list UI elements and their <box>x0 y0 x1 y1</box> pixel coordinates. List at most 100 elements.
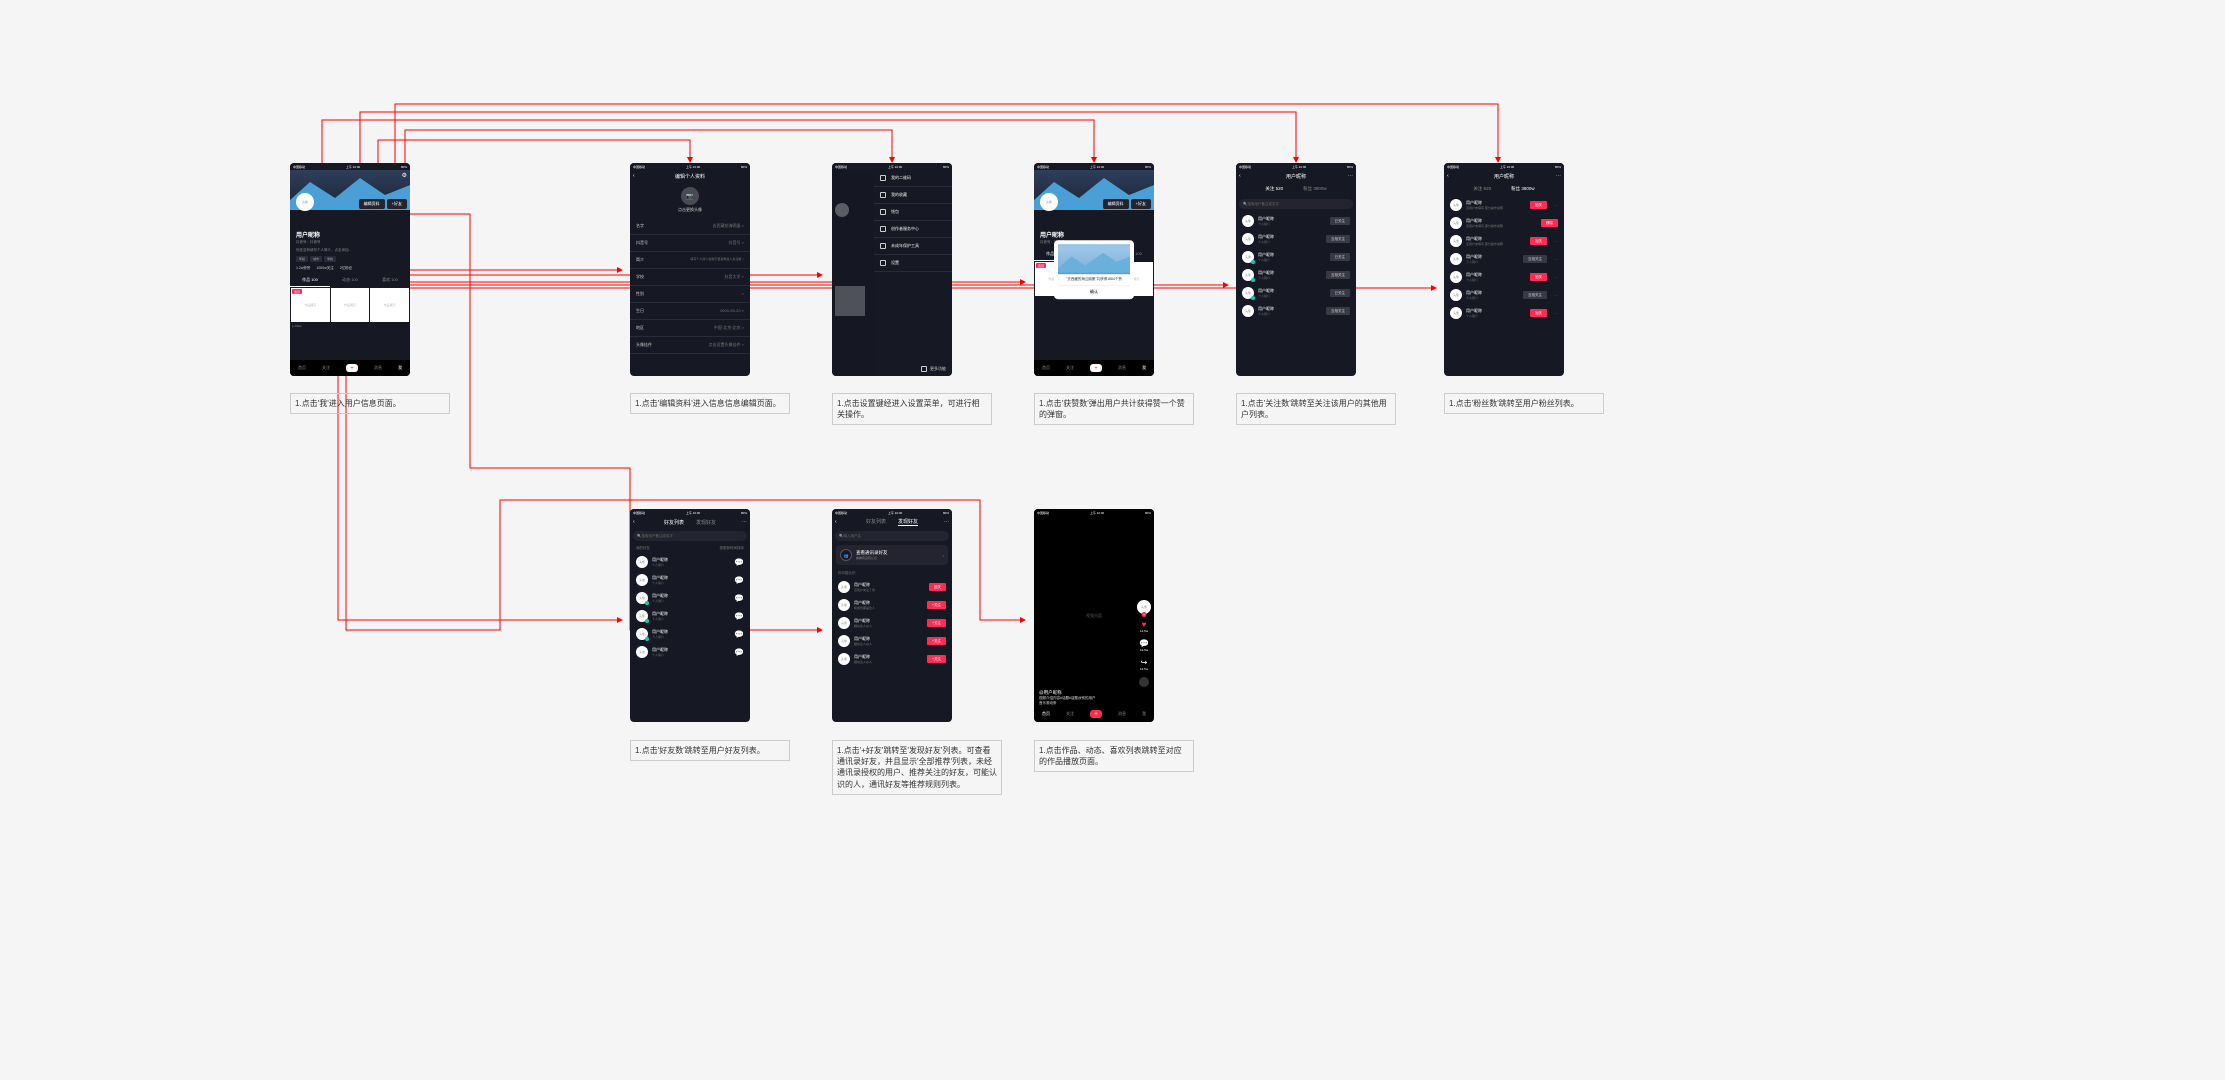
mutual-button[interactable]: 互相关注 <box>1326 271 1350 279</box>
followed-button[interactable]: 已关注 <box>1330 217 1351 225</box>
more-icon[interactable]: ⋯ <box>1556 173 1561 179</box>
menu-favorites[interactable]: 我的收藏 <box>874 187 952 204</box>
chat-icon[interactable]: 💬 <box>734 648 744 657</box>
user-row[interactable]: 头像用户昵称和成员都是达人+关注 <box>832 596 952 614</box>
more-icon[interactable]: ⋯ <box>1554 203 1558 208</box>
avatar-upload[interactable]: 📷 <box>681 187 699 205</box>
form-pendant[interactable]: 头像挂件点击设置头像挂件 > <box>630 337 750 354</box>
praise-count[interactable]: 1.2w获赞 <box>296 266 310 271</box>
search-input[interactable]: 🔍 搜索用户备注或名字 <box>1239 199 1353 209</box>
back-icon[interactable]: ‹ <box>835 519 837 525</box>
return-follow-button[interactable]: 回关 <box>929 583 946 591</box>
user-row[interactable]: 头像用户昵称个人简介💬 <box>630 625 750 643</box>
follow-button[interactable]: +关注 <box>927 601 946 609</box>
share-button[interactable]: ↪12.5w <box>1140 658 1148 671</box>
remove-button[interactable]: 移除 <box>1541 219 1558 227</box>
following-count[interactable]: 1000w关注 <box>316 266 333 271</box>
back-icon[interactable]: ‹ <box>633 519 635 525</box>
form-school[interactable]: 学校抖音大学 > <box>630 269 750 286</box>
gear-icon[interactable]: ⚙ <box>402 172 407 179</box>
user-row[interactable]: 头像用户昵称个人简介已关注 <box>1236 248 1356 266</box>
nav-plus[interactable]: ＋ <box>346 364 358 372</box>
edit-profile-button[interactable]: 编辑资料 <box>359 199 385 209</box>
bio-prompt[interactable]: 你还没有填写个人简介，点击添加... <box>296 248 404 253</box>
user-row[interactable]: 头像用户昵称相似达人@人+关注 <box>832 614 952 632</box>
user-row[interactable]: 头像用户昵称该用户未填写 部分操作说明回关⋯ <box>1444 232 1564 250</box>
return-follow-button[interactable]: 回关 <box>1530 201 1547 209</box>
work-item[interactable]: 作品展示 <box>331 288 370 322</box>
user-row[interactable]: 头像用户昵称个人简介互相关注 <box>1236 266 1356 284</box>
user-row[interactable]: 头像用户昵称个人简介💬 <box>630 571 750 589</box>
user-row[interactable]: 头像用户昵称个人简介已关注 <box>1236 212 1356 230</box>
comment-button[interactable]: 💬12.5w <box>1139 639 1149 652</box>
tab-discover[interactable]: 发现好友 <box>898 518 918 526</box>
back-icon[interactable]: ‹ <box>1447 173 1449 179</box>
follow-button[interactable]: +关注 <box>927 655 946 663</box>
menu-minor[interactable]: 未成年保护工具 <box>874 238 952 255</box>
nav-me[interactable]: 我 <box>398 365 402 371</box>
more-icon[interactable]: ⋯ <box>944 519 949 525</box>
sort-label[interactable]: 按更新时间排序 <box>720 546 745 551</box>
user-row[interactable]: 头像用户昵称个人简介回关⋯ <box>1444 304 1564 322</box>
menu-wallet[interactable]: 钱包 <box>874 204 952 221</box>
chat-icon[interactable]: 💬 <box>734 612 744 621</box>
more-icon[interactable]: ⋯ <box>742 519 747 525</box>
user-row[interactable]: 头像用户昵称相似达人@人+关注 <box>832 650 952 668</box>
more-icon[interactable]: ⋯ <box>1348 173 1353 179</box>
user-row[interactable]: 头像用户昵称个人简介互相关注⋯ <box>1444 250 1564 268</box>
form-id[interactable]: 抖音号抖音号 > <box>630 235 750 252</box>
chat-icon[interactable]: 💬 <box>734 558 744 567</box>
menu-qrcode[interactable]: 我的二维码 <box>874 170 952 187</box>
user-row[interactable]: 头像用户昵称该用户未填写 部分操作说明回关⋯ <box>1444 196 1564 214</box>
user-row[interactable]: 头像用户昵称该用户关注了你回关 <box>832 578 952 596</box>
back-icon[interactable]: ‹ <box>1239 173 1241 179</box>
user-row[interactable]: 头像用户昵称个人简介互相关注 <box>1236 302 1356 320</box>
fans-count[interactable]: 2亿粉丝 <box>340 266 352 271</box>
user-row[interactable]: 头像用户昵称个人简介💬 <box>630 589 750 607</box>
tab-dynamic[interactable]: 动态 100 <box>330 274 370 287</box>
mutual-button[interactable]: 互相关注 <box>1523 255 1547 263</box>
form-gender[interactable]: 性别> <box>630 286 750 303</box>
music-disc-icon[interactable] <box>1139 677 1149 687</box>
tab-discover[interactable]: 发现好友 <box>696 519 716 526</box>
form-intro[interactable]: 简介填写个人简介会吸引更多粉丝人关注哦 > <box>630 252 750 269</box>
chat-icon[interactable]: 💬 <box>734 576 744 585</box>
back-icon[interactable]: ‹ <box>633 173 635 179</box>
nav-home[interactable]: 首页 <box>298 365 306 371</box>
tab-fans[interactable]: 粉丝 3800w <box>1303 186 1327 192</box>
nav-message[interactable]: 消息 <box>374 365 382 371</box>
follow-button[interactable]: +关注 <box>927 619 946 627</box>
tab-works[interactable]: 作品 100 <box>290 274 330 287</box>
more-functions[interactable]: 更多功能 <box>921 366 946 372</box>
contacts-card[interactable]: 👥 查看通讯录好友看看有没有认识 › <box>836 545 948 565</box>
tab-friends[interactable]: 好友列表 <box>866 518 886 526</box>
tab-friends[interactable]: 好友列表 <box>664 519 684 526</box>
like-button[interactable]: ♥12.5w <box>1140 620 1148 633</box>
form-name[interactable]: 名字去西藏拍海鸥蛋 > <box>630 218 750 235</box>
menu-settings[interactable]: 设置 <box>874 255 952 272</box>
tab-following[interactable]: 关注 520 <box>1473 186 1491 192</box>
user-row[interactable]: 头像用户昵称个人简介💬 <box>630 607 750 625</box>
tab-following[interactable]: 关注 520 <box>1265 186 1283 192</box>
user-row[interactable]: 头像用户昵称个人简介互相关注⋯ <box>1444 286 1564 304</box>
user-row[interactable]: 头像用户昵称个人简介💬 <box>630 553 750 571</box>
chat-icon[interactable]: 💬 <box>734 630 744 639</box>
tab-fans[interactable]: 粉丝 3800w <box>1511 186 1535 192</box>
form-birthday[interactable]: 生日2000-05-20 > <box>630 303 750 320</box>
user-row[interactable]: 头像用户昵称个人简介回关⋯ <box>1444 268 1564 286</box>
username-input[interactable]: 🔍 输入用户名 <box>835 531 949 541</box>
form-region[interactable]: 地区中国·北京·北京 > <box>630 320 750 337</box>
search-input[interactable]: 🔍 搜索用户备注或名字 <box>633 531 747 541</box>
add-friend-button[interactable]: +好友 <box>387 199 407 209</box>
follow-button[interactable]: +关注 <box>927 637 946 645</box>
nav-follow[interactable]: 关注 <box>322 365 330 371</box>
video-content[interactable]: 视频内容 <box>1086 613 1102 619</box>
menu-creator[interactable]: 创作者服务中心 <box>874 221 952 238</box>
mutual-button[interactable]: 互相关注 <box>1326 235 1350 243</box>
dialog-confirm-button[interactable]: 确认 <box>1058 285 1130 295</box>
work-item[interactable]: 作品展示 <box>370 288 409 322</box>
user-row[interactable]: 头像用户昵称个人简介已关注 <box>1236 284 1356 302</box>
user-row[interactable]: 头像用户昵称该用户未填写 部分操作说明移除 <box>1444 214 1564 232</box>
change-avatar-label[interactable]: 点击更换头像 <box>630 207 750 213</box>
author-avatar[interactable]: 头像+ <box>1137 600 1151 614</box>
